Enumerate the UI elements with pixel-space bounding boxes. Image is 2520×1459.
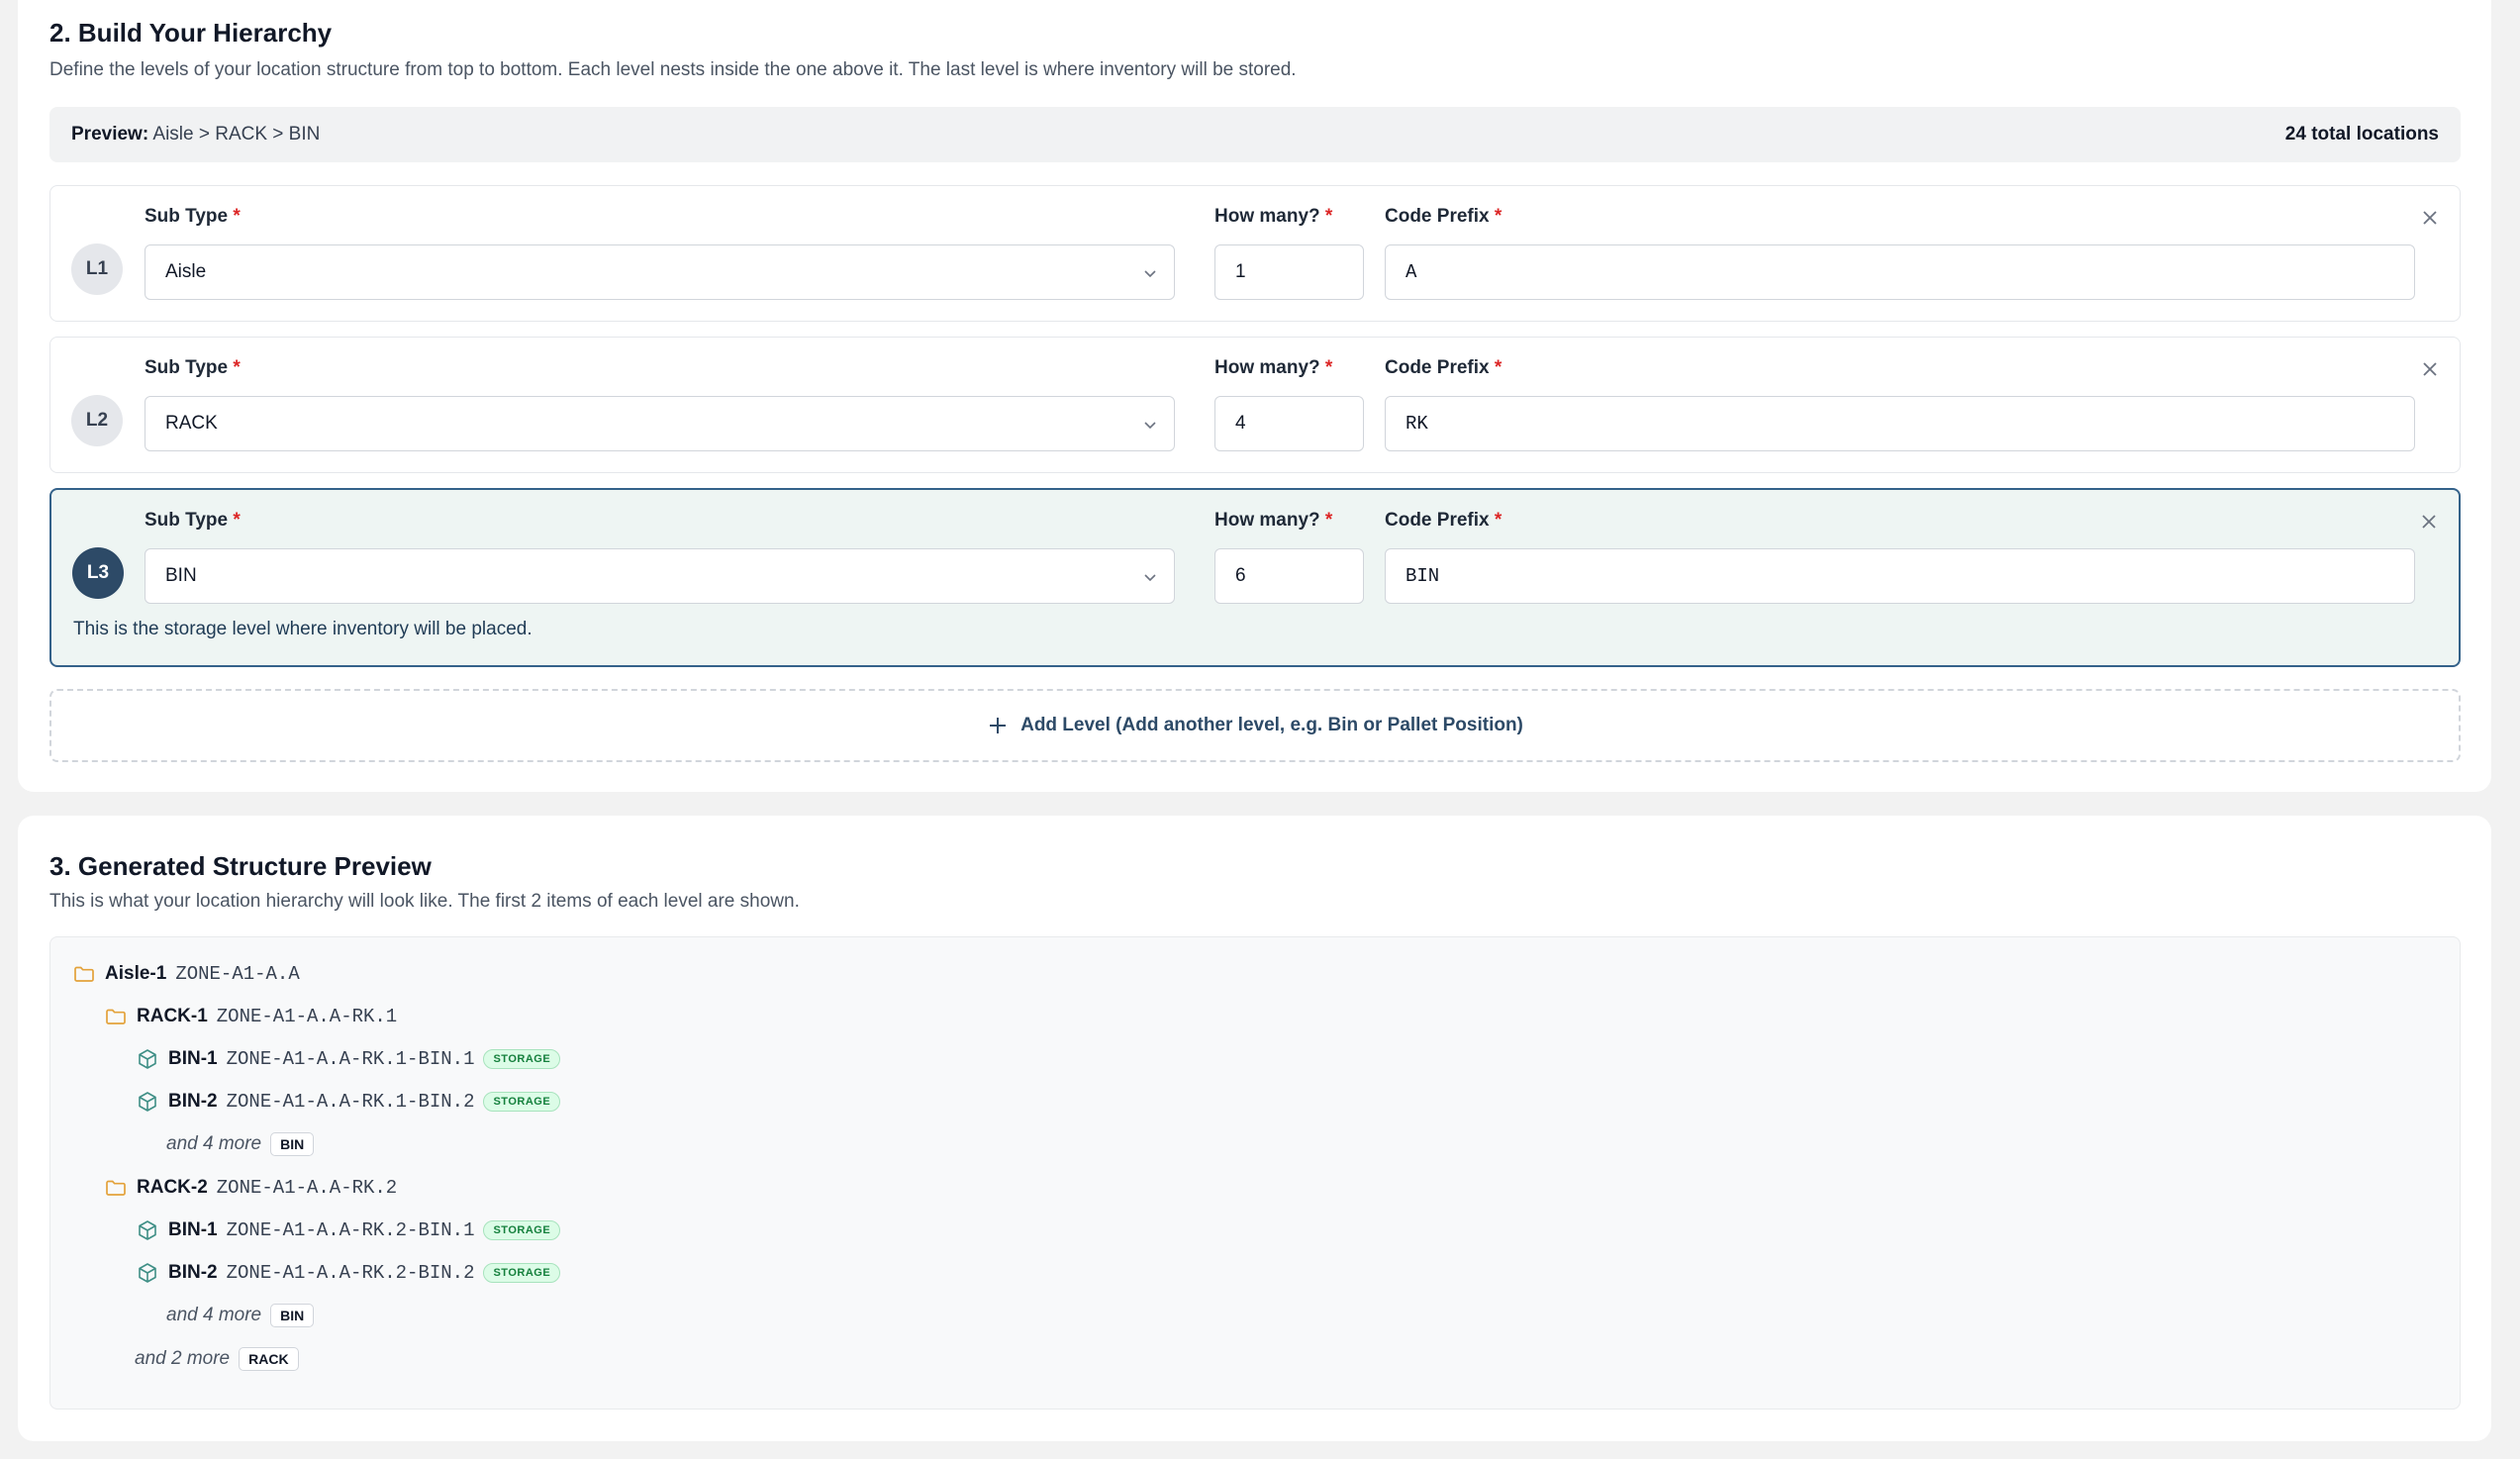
- sub-type-select[interactable]: RACK: [145, 396, 1175, 451]
- sub-type-select[interactable]: BIN: [145, 548, 1175, 604]
- preview-path: Aisle > RACK > BIN: [152, 124, 321, 145]
- box-icon: [139, 1263, 156, 1283]
- tree-node-bin: BIN-1 ZONE-A1-A.A-RK.2-BIN.1 STORAGE: [136, 1218, 561, 1242]
- box-icon: [139, 1049, 156, 1069]
- how-many-label: How many? *: [1214, 510, 1333, 531]
- node-name: RACK-2: [137, 1177, 208, 1198]
- structure-title: 3. Generated Structure Preview: [49, 851, 432, 881]
- how-many-value: 4: [1235, 413, 1246, 434]
- node-name: BIN-2: [168, 1262, 218, 1283]
- how-many-input[interactable]: 6: [1214, 548, 1364, 604]
- sub-type-select[interactable]: Aisle: [145, 244, 1175, 300]
- close-icon[interactable]: [2418, 206, 2442, 230]
- node-name: BIN-2: [168, 1091, 218, 1112]
- structure-tree: Aisle-1 ZONE-A1-A.A RACK-1 ZONE-A1-A.A-R…: [49, 936, 2461, 1410]
- sub-type-label: Sub Type *: [145, 510, 241, 531]
- more-count: and 2 more: [135, 1348, 231, 1369]
- node-name: Aisle-1: [105, 963, 167, 984]
- storage-badge: STORAGE: [483, 1263, 561, 1283]
- sub-type-label: Sub Type *: [145, 206, 241, 227]
- tree-more-bins: and 4 more BIN: [166, 1132, 315, 1156]
- tree-node-aisle: Aisle-1 ZONE-A1-A.A: [72, 962, 300, 986]
- preview-text: Preview: Aisle > RACK > BIN: [71, 124, 320, 146]
- hierarchy-description: Define the levels of your location struc…: [49, 59, 1297, 80]
- how-many-input[interactable]: 1: [1214, 244, 1364, 300]
- structure-description: This is what your location hierarchy wil…: [49, 891, 800, 912]
- storage-badge: STORAGE: [483, 1092, 561, 1112]
- structure-preview-card: 3. Generated Structure Preview This is w…: [18, 816, 2491, 1441]
- tree-node-rack: RACK-1 ZONE-A1-A.A-RK.1: [104, 1005, 397, 1028]
- folder-icon: [74, 966, 94, 982]
- code-prefix-value: BIN: [1405, 565, 1440, 587]
- chevron-down-icon: [1144, 422, 1156, 430]
- build-hierarchy-card: 2. Build Your Hierarchy Define the level…: [18, 0, 2491, 792]
- code-prefix-input[interactable]: BIN: [1385, 548, 2415, 604]
- code-prefix-label: Code Prefix *: [1385, 510, 1502, 531]
- preview-label: Preview:: [71, 124, 149, 145]
- code-prefix-value: A: [1405, 261, 1417, 283]
- chevron-down-icon: [1144, 574, 1156, 582]
- hierarchy-title: 2. Build Your Hierarchy: [49, 18, 333, 48]
- level-row-2: L2 Sub Type * How many? * Code Prefix * …: [49, 337, 2461, 473]
- how-many-label: How many? *: [1214, 357, 1333, 378]
- node-code: ZONE-A1-A.A-RK.1-BIN.2: [226, 1091, 475, 1113]
- level-type-badge: BIN: [270, 1132, 315, 1156]
- how-many-value: 1: [1235, 261, 1246, 282]
- more-count: and 4 more: [166, 1133, 262, 1154]
- folder-icon: [106, 1009, 126, 1024]
- code-prefix-input[interactable]: A: [1385, 244, 2415, 300]
- level-type-badge: BIN: [270, 1304, 315, 1327]
- sub-type-value: RACK: [165, 413, 218, 434]
- add-level-label: Add Level (Add another level, e.g. Bin o…: [1020, 715, 1523, 735]
- node-name: RACK-1: [137, 1006, 208, 1026]
- level-row-3: L3 Sub Type * How many? * Code Prefix * …: [49, 488, 2461, 667]
- box-icon: [139, 1220, 156, 1240]
- node-name: BIN-1: [168, 1048, 218, 1069]
- node-code: ZONE-A1-A.A-RK.2-BIN.1: [226, 1219, 475, 1241]
- sub-type-value: BIN: [165, 565, 197, 586]
- sub-type-value: Aisle: [165, 261, 207, 282]
- close-icon[interactable]: [2418, 357, 2442, 381]
- storage-badge: STORAGE: [483, 1220, 561, 1240]
- code-prefix-input[interactable]: RK: [1385, 396, 2415, 451]
- level-type-badge: RACK: [239, 1347, 299, 1371]
- tree-node-bin: BIN-2 ZONE-A1-A.A-RK.2-BIN.2 STORAGE: [136, 1261, 561, 1285]
- folder-icon: [106, 1180, 126, 1196]
- level-badge: L2: [71, 395, 123, 446]
- node-code: ZONE-A1-A.A: [175, 963, 300, 985]
- tree-node-bin: BIN-2 ZONE-A1-A.A-RK.1-BIN.2 STORAGE: [136, 1090, 561, 1114]
- chevron-down-icon: [1144, 270, 1156, 278]
- hierarchy-preview-bar: Preview: Aisle > RACK > BIN 24 total loc…: [49, 107, 2461, 162]
- level-badge: L1: [71, 243, 123, 295]
- storage-badge: STORAGE: [483, 1049, 561, 1069]
- tree-more-racks: and 2 more RACK: [135, 1347, 299, 1371]
- node-code: ZONE-A1-A.A-RK.1-BIN.1: [226, 1048, 475, 1070]
- how-many-label: How many? *: [1214, 206, 1333, 227]
- how-many-value: 6: [1235, 565, 1246, 586]
- sub-type-label: Sub Type *: [145, 357, 241, 378]
- tree-more-bins: and 4 more BIN: [166, 1304, 315, 1327]
- level-badge: L3: [72, 547, 124, 599]
- close-icon[interactable]: [2417, 510, 2441, 534]
- how-many-input[interactable]: 4: [1214, 396, 1364, 451]
- node-code: ZONE-A1-A.A-RK.1: [216, 1006, 398, 1027]
- code-prefix-value: RK: [1405, 413, 1428, 435]
- add-level-button[interactable]: Add Level (Add another level, e.g. Bin o…: [49, 689, 2461, 762]
- code-prefix-label: Code Prefix *: [1385, 357, 1502, 378]
- total-locations: 24 total locations: [2284, 124, 2439, 145]
- node-code: ZONE-A1-A.A-RK.2-BIN.2: [226, 1262, 475, 1284]
- tree-node-rack: RACK-2 ZONE-A1-A.A-RK.2: [104, 1176, 397, 1200]
- level-row-1: L1 Sub Type * How many? * Code Prefix * …: [49, 185, 2461, 322]
- node-code: ZONE-A1-A.A-RK.2: [216, 1177, 398, 1199]
- plus-icon: [990, 718, 1007, 733]
- more-count: and 4 more: [166, 1305, 262, 1325]
- storage-level-note: This is the storage level where inventor…: [73, 619, 533, 639]
- box-icon: [139, 1092, 156, 1112]
- code-prefix-label: Code Prefix *: [1385, 206, 1502, 227]
- tree-node-bin: BIN-1 ZONE-A1-A.A-RK.1-BIN.1 STORAGE: [136, 1047, 561, 1071]
- node-name: BIN-1: [168, 1219, 218, 1240]
